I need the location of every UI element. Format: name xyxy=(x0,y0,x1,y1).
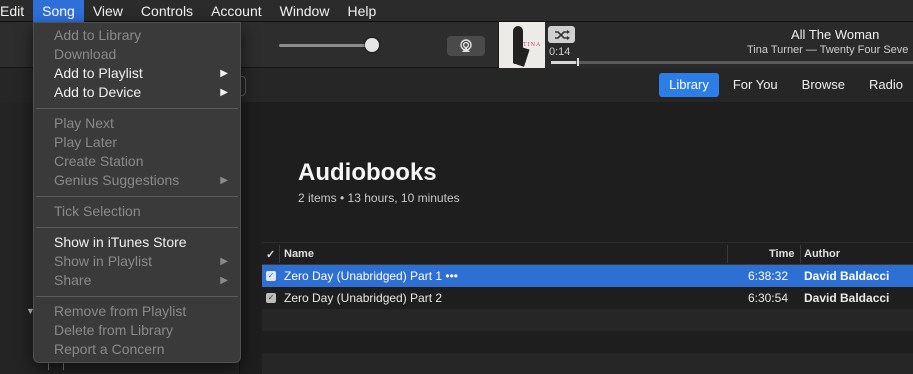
menu-item-label: Remove from Playlist xyxy=(54,303,187,319)
elapsed-time: 0:14 xyxy=(549,46,571,58)
menu-controls[interactable]: Controls xyxy=(132,0,202,22)
menu-item-delete-from-library[interactable]: Delete from Library xyxy=(34,321,240,340)
submenu-arrow-icon: ▶ xyxy=(220,275,228,286)
menu-separator xyxy=(36,196,238,197)
menu-item-share[interactable]: Share ▶ xyxy=(34,271,240,290)
row-checkbox[interactable]: ✓ xyxy=(266,271,276,281)
menu-item-label: Download xyxy=(54,46,117,62)
menu-item-show-in-playlist[interactable]: Show in Playlist ▶ xyxy=(34,252,240,271)
progress-bar[interactable] xyxy=(551,61,913,64)
album-art[interactable]: TINA xyxy=(499,22,545,68)
submenu-arrow-icon: ▶ xyxy=(220,175,228,186)
row-author: David Baldacci xyxy=(804,291,890,305)
menu-separator xyxy=(36,296,238,297)
column-author[interactable]: Author xyxy=(804,248,840,260)
menu-item-report-a-concern[interactable]: Report a Concern xyxy=(34,340,240,359)
menu-item-label: Create Station xyxy=(54,153,144,169)
menu-item-tick-selection[interactable]: Tick Selection xyxy=(34,202,240,221)
track-title: All The Woman xyxy=(791,27,880,42)
menu-item-create-station[interactable]: Create Station xyxy=(34,152,240,171)
volume-slider[interactable] xyxy=(279,44,374,47)
menu-separator xyxy=(36,227,238,228)
menu-item-label: Add to Playlist xyxy=(54,65,143,81)
menu-item-show-in-itunes-store[interactable]: Show in iTunes Store xyxy=(34,233,240,252)
empty-row xyxy=(262,331,913,353)
row-time: 6:30:54 xyxy=(747,291,788,305)
tab-library[interactable]: Library xyxy=(659,73,719,97)
menu-item-genius-suggestions[interactable]: Genius Suggestions ▶ xyxy=(34,171,240,190)
row-checkbox[interactable]: ✓ xyxy=(266,293,276,303)
shuffle-button[interactable] xyxy=(548,26,575,43)
menu-item-label: Add to Library xyxy=(54,27,142,43)
menu-item-remove-from-playlist[interactable]: Remove from Playlist xyxy=(34,302,240,321)
now-playing-display: TINA 0:14 All The Woman Tina Turner — Tw… xyxy=(498,22,913,68)
menu-song[interactable]: Song xyxy=(33,0,84,22)
menu-item-label: Play Next xyxy=(54,115,114,131)
column-time[interactable]: Time xyxy=(769,248,794,260)
song-menu-dropdown: Add to Library Download Add to Playlist ▶… xyxy=(33,22,241,363)
submenu-arrow-icon: ▶ xyxy=(220,256,228,267)
column-separator xyxy=(279,245,280,263)
column-name[interactable]: Name xyxy=(284,248,314,260)
menu-item-label: Show in Playlist xyxy=(54,253,153,269)
menu-window[interactable]: Window xyxy=(271,0,339,22)
row-author: David Baldacci xyxy=(804,269,890,283)
menu-item-play-later[interactable]: Play Later xyxy=(34,133,240,152)
menu-item-label: Play Later xyxy=(54,134,118,150)
menu-item-label: Genius Suggestions xyxy=(54,172,180,188)
nav-tabs: Library For You Browse Radio xyxy=(659,73,913,97)
row-name: Zero Day (Unabridged) Part 2 xyxy=(284,291,443,305)
menu-item-label: Tick Selection xyxy=(54,203,141,219)
menu-item-label: Report a Concern xyxy=(54,341,165,357)
menu-item-label: Delete from Library xyxy=(54,322,174,338)
row-time: 6:38:32 xyxy=(747,269,788,283)
album-art-text: TINA xyxy=(523,42,542,48)
menu-item-label: Share xyxy=(54,272,92,288)
table-header: ✓ Name Time Author xyxy=(262,242,913,265)
main-content: Audiobooks 2 items • 13 hours, 10 minute… xyxy=(241,102,913,374)
menu-item-add-to-library[interactable]: Add to Library xyxy=(34,26,240,45)
airplay-button[interactable] xyxy=(447,36,485,56)
menu-help[interactable]: Help xyxy=(338,0,385,22)
column-separator xyxy=(727,245,728,263)
submenu-arrow-icon: ▶ xyxy=(220,87,228,98)
column-separator xyxy=(800,245,801,263)
progress-fill xyxy=(551,61,577,64)
menu-edit[interactable]: Edit xyxy=(0,0,33,22)
menu-item-label: Show in iTunes Store xyxy=(54,234,187,250)
menu-item-add-to-playlist[interactable]: Add to Playlist ▶ xyxy=(34,64,240,83)
menu-item-download[interactable]: Download xyxy=(34,45,240,64)
empty-row xyxy=(262,309,913,331)
empty-row xyxy=(262,353,913,374)
tab-browse[interactable]: Browse xyxy=(792,73,855,97)
column-check[interactable]: ✓ xyxy=(266,248,275,261)
tab-radio[interactable]: Radio xyxy=(859,73,913,97)
table-row[interactable]: ✓ Zero Day (Unabridged) Part 2 6:30:54 D… xyxy=(262,287,913,309)
menu-item-label: Add to Device xyxy=(54,84,142,100)
song-table: ✓ Name Time Author ✓ Zero Day (Unabridge… xyxy=(262,242,913,374)
menu-item-play-next[interactable]: Play Next xyxy=(34,114,240,133)
menu-account[interactable]: Account xyxy=(202,0,271,22)
menu-view[interactable]: View xyxy=(84,0,132,22)
table-row[interactable]: ✓ Zero Day (Unabridged) Part 1 ••• 6:38:… xyxy=(262,265,913,287)
tab-for-you[interactable]: For You xyxy=(723,73,788,97)
progress-playhead[interactable] xyxy=(577,58,579,66)
track-artist-album: Tina Turner — Twenty Four Seve xyxy=(747,44,909,56)
menu-item-add-to-device[interactable]: Add to Device ▶ xyxy=(34,83,240,102)
shuffle-icon xyxy=(554,29,570,40)
row-name: Zero Day (Unabridged) Part 1 ••• xyxy=(284,269,459,283)
page-title: Audiobooks xyxy=(298,159,437,186)
submenu-arrow-icon: ▶ xyxy=(220,68,228,79)
page-meta: 2 items • 13 hours, 10 minutes xyxy=(298,191,460,205)
menu-separator xyxy=(36,108,238,109)
airplay-icon xyxy=(460,39,472,52)
volume-knob[interactable] xyxy=(365,38,379,52)
menu-bar: Edit Song View Controls Account Window H… xyxy=(0,0,913,22)
